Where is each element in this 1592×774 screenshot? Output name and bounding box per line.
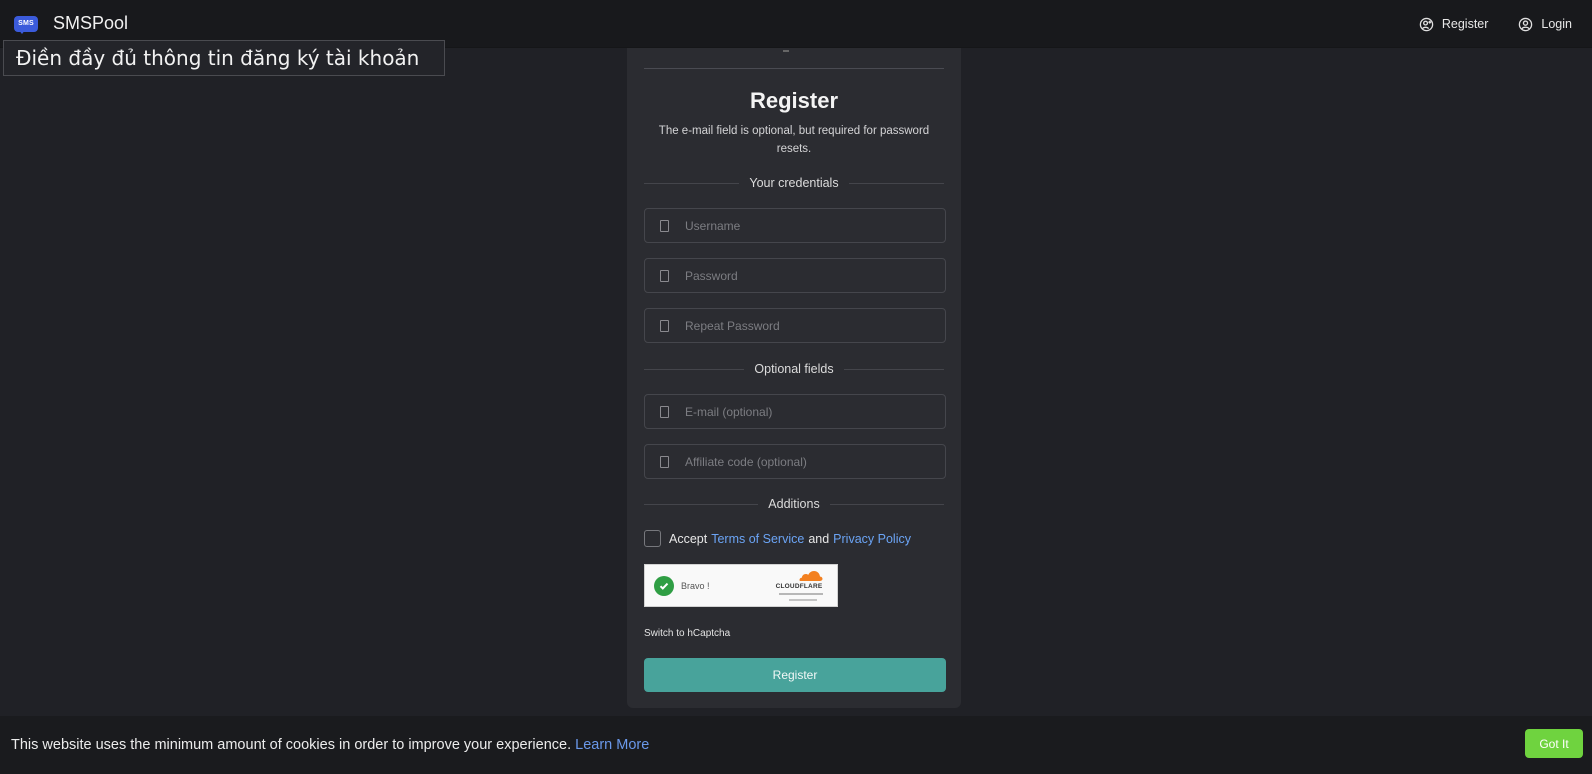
partial-icon (783, 48, 789, 52)
user-circle-icon (1519, 17, 1533, 31)
sms-logo-icon: SMS (13, 14, 39, 34)
check-circle-icon (654, 575, 674, 596)
email-input[interactable] (685, 404, 925, 419)
divider (644, 68, 944, 69)
affiliate-field[interactable] (644, 444, 946, 479)
accept-terms-row: Accept Terms of Service and Privacy Poli… (644, 530, 915, 547)
form-subtitle: The e-mail field is optional, but requir… (658, 125, 930, 155)
repeat-password-field[interactable] (644, 308, 946, 343)
cloudflare-logo: CLOUDFLARE (771, 570, 827, 604)
user-icon (660, 219, 669, 232)
brand-name: SMSPool (53, 13, 129, 33)
cookie-text: This website uses the minimum amount of … (11, 737, 650, 753)
nav-register-link[interactable]: Register (1419, 17, 1489, 32)
tag-icon (660, 455, 669, 468)
captcha-status: Bravo ! (681, 580, 710, 591)
privacy-policy-link[interactable]: Privacy Policy (833, 532, 911, 546)
accept-terms-checkbox[interactable] (644, 530, 661, 547)
register-card: Register The e-mail field is optional, b… (627, 48, 961, 708)
section-additions-label: Additions (768, 497, 820, 511)
username-input[interactable] (685, 218, 925, 233)
brand[interactable]: SMS SMSPool (13, 13, 128, 34)
cloud-icon (799, 571, 823, 581)
cloudflare-captcha-widget[interactable]: Bravo ! CLOUDFLARE (644, 564, 838, 607)
register-button[interactable]: Register (644, 658, 946, 692)
nav-login-link[interactable]: Login (1518, 17, 1572, 32)
section-optional-label: Optional fields (754, 362, 834, 376)
lock-icon (660, 319, 669, 332)
username-field[interactable] (644, 208, 946, 243)
page-title: Register (749, 88, 839, 113)
repeat-password-input[interactable] (685, 318, 925, 333)
section-optional: Optional fields (644, 361, 944, 377)
got-it-button[interactable]: Got It (1525, 729, 1583, 758)
section-credentials-label: Your credentials (749, 176, 839, 190)
cloudflare-wordmark: CLOUDFLARE (775, 583, 823, 590)
nav-login-label: Login (1541, 17, 1572, 31)
terms-of-service-link[interactable]: Terms of Service (711, 532, 804, 546)
email-field[interactable] (644, 394, 946, 429)
nav-register-label: Register (1441, 17, 1489, 31)
user-plus-icon (1419, 17, 1434, 31)
learn-more-link[interactable]: Learn More (575, 737, 649, 753)
affiliate-input[interactable] (685, 454, 925, 469)
switch-to-hcaptcha-link[interactable]: Switch to hCaptcha (644, 628, 730, 639)
accept-prefix: Accept (669, 531, 708, 546)
password-input[interactable] (685, 268, 925, 283)
nav-links: Register Login (1419, 0, 1572, 48)
section-additions: Additions (644, 496, 944, 512)
accept-and: and (808, 531, 830, 546)
caption-overlay: Điền đầy đủ thông tin đăng ký tài khoản (3, 40, 445, 76)
password-field[interactable] (644, 258, 946, 293)
envelope-icon (660, 405, 669, 418)
lock-icon (660, 269, 669, 282)
section-credentials: Your credentials (644, 175, 944, 191)
cookie-banner: This website uses the minimum amount of … (0, 716, 1592, 774)
